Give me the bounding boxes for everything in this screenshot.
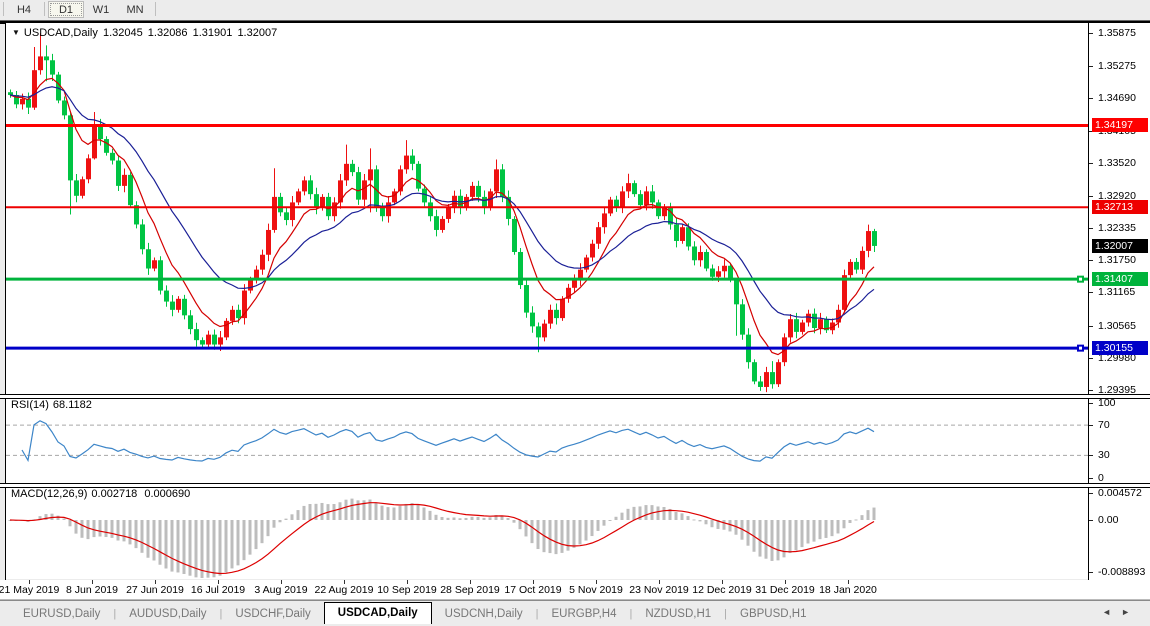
macd-header: MACD(12,26,9) 0.002718 0.000690 [11, 488, 194, 500]
price-tick-label: 1.31750 [1098, 254, 1136, 266]
tabs-scroll-left-icon[interactable]: ◄ [1102, 607, 1121, 617]
price-level-badge: 1.34197 [1092, 118, 1148, 132]
current-price-badge: 1.32007 [1092, 239, 1148, 253]
symbol-tabbar: EURUSD,Daily|AUDUSD,Daily|USDCHF,DailyUS… [0, 600, 1150, 626]
date-label: 27 Jun 2019 [126, 584, 184, 596]
rsi-tick-label: 100 [1098, 397, 1116, 409]
date-label: 31 Dec 2019 [755, 584, 815, 596]
date-label: 3 Aug 2019 [254, 584, 307, 596]
macd-tick-mark [1089, 572, 1093, 573]
price-tick-mark [1089, 66, 1093, 67]
ohlc-low: 1.31901 [193, 27, 233, 39]
date-label: 22 Aug 2019 [315, 584, 374, 596]
date-label: 16 Jul 2019 [191, 584, 245, 596]
rsi-tick-mark [1089, 425, 1093, 426]
tab-eurusd-daily[interactable]: EURUSD,Daily [10, 605, 113, 623]
macd-tick-mark [1089, 520, 1093, 521]
price-tick-label: 1.35275 [1098, 60, 1136, 72]
price-tick-label: 1.35875 [1098, 27, 1136, 39]
date-label: 28 Sep 2019 [440, 584, 500, 596]
price-level-badge: 1.32713 [1092, 200, 1148, 214]
price-tick-label: 1.29395 [1098, 384, 1136, 396]
rsi-tick-label: 0 [1098, 472, 1104, 484]
tab-nzdusd-h1[interactable]: NZDUSD,H1 [632, 605, 724, 623]
rsi-header: RSI(14) 68.1182 [11, 399, 96, 411]
rsi-tick-label: 30 [1098, 449, 1110, 461]
date-label: 10 Sep 2019 [377, 584, 437, 596]
price-tick-label: 1.31165 [1098, 286, 1135, 298]
mt4-window: H4D1W1MN ▼USDCAD,Daily 1.32045 1.32086 1… [0, 0, 1150, 626]
ohlc-close: 1.32007 [237, 27, 277, 39]
macd-title: MACD(12,26,9) [11, 488, 87, 500]
date-label: 17 Oct 2019 [504, 584, 561, 596]
chart-header: ▼ USDCAD,Daily 1.32045 1.32086 1.31901 1.… [12, 27, 279, 39]
date-label: 21 May 2019 [0, 584, 59, 596]
price-tick-mark [1089, 196, 1093, 197]
macd-signal-line [10, 503, 874, 574]
symbol-label: USDCAD,Daily [24, 27, 98, 39]
date-label: 8 Jun 2019 [66, 584, 118, 596]
rsi-tick-mark [1089, 403, 1093, 404]
rsi-value: 68.1182 [53, 399, 92, 411]
price-tick-mark [1089, 326, 1093, 327]
tab-usdchf-daily[interactable]: USDCHF,Daily [222, 605, 323, 623]
date-label: 12 Dec 2019 [692, 584, 752, 596]
macd-signal-value: 0.000690 [144, 488, 190, 500]
tab-gbpusd-h1[interactable]: GBPUSD,H1 [727, 605, 819, 623]
collapse-icon[interactable]: ▼ [12, 28, 20, 37]
tab-audusd-daily[interactable]: AUDUSD,Daily [116, 605, 219, 623]
candles-group [8, 33, 877, 392]
rsi-tick-mark [1089, 455, 1093, 456]
price-tick-label: 1.34690 [1098, 92, 1136, 104]
rsi-tick-label: 70 [1098, 419, 1110, 431]
macd-tick-label: 0.00 [1098, 514, 1118, 526]
macd-tick-mark [1089, 493, 1093, 494]
tab-usdcnh-daily[interactable]: USDCNH,Daily [432, 605, 536, 623]
macd-tick-label: 0.004572 [1098, 487, 1142, 499]
price-tick-mark [1089, 163, 1093, 164]
macd-main-value: 0.002718 [91, 488, 137, 500]
candlestick-chart[interactable] [0, 0, 1150, 600]
price-level-badge: 1.30155 [1092, 341, 1148, 355]
price-tick-label: 1.32335 [1098, 222, 1136, 234]
price-tick-label: 1.30565 [1098, 320, 1136, 332]
tab-eurgbp-h4[interactable]: EURGBP,H4 [538, 605, 629, 623]
price-tick-mark [1089, 98, 1093, 99]
rsi-title: RSI(14) [11, 399, 49, 411]
price-tick-mark [1089, 358, 1093, 359]
date-label: 5 Nov 2019 [569, 584, 623, 596]
macd-tick-label: -0.008893 [1098, 566, 1145, 578]
date-label: 23 Nov 2019 [629, 584, 689, 596]
date-label: 18 Jan 2020 [819, 584, 877, 596]
price-tick-mark [1089, 390, 1093, 391]
price-tick-mark [1089, 228, 1093, 229]
price-tick-mark [1089, 33, 1093, 34]
rsi-tick-mark [1089, 478, 1093, 479]
tab-usdcad-daily[interactable]: USDCAD,Daily [324, 602, 432, 624]
price-tick-label: 1.33520 [1098, 157, 1136, 169]
ohlc-open: 1.32045 [103, 27, 143, 39]
price-tick-mark [1089, 260, 1093, 261]
ma-slow-line [10, 87, 874, 320]
price-level-badge: 1.31407 [1092, 272, 1148, 286]
price-tick-mark [1089, 292, 1093, 293]
ohlc-high: 1.32086 [148, 27, 188, 39]
tabs-scroll-right-icon[interactable]: ► [1121, 607, 1140, 617]
